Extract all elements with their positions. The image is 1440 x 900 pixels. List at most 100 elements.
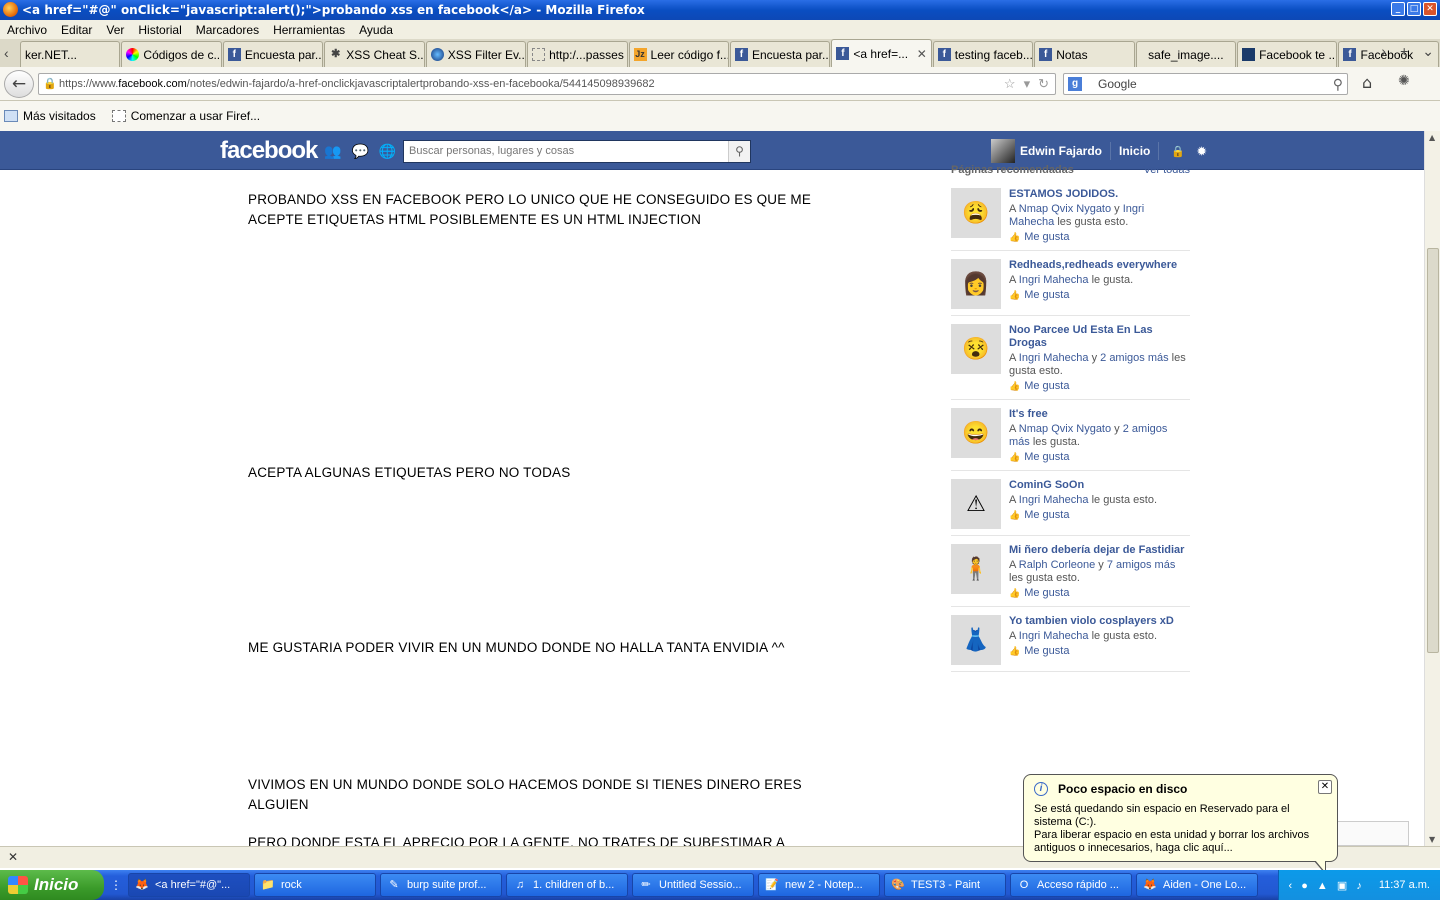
scroll-down-icon[interactable]: ▼ — [1429, 835, 1435, 844]
page-thumbnail[interactable]: 😵 — [951, 324, 1001, 374]
friend-requests-icon[interactable]: 👥 — [324, 144, 341, 160]
close-window-button[interactable]: ✕ — [1423, 2, 1437, 16]
low-disk-space-balloon[interactable]: i Poco espacio en disco Se está quedando… — [1023, 774, 1338, 875]
tab[interactable]: XSS Filter Ev... — [425, 41, 527, 67]
taskbar-button[interactable]: 📁 rock — [254, 873, 376, 897]
close-addon-bar-icon[interactable]: ✕ — [8, 850, 18, 864]
close-icon[interactable]: ✕ — [1318, 780, 1332, 794]
page-name-link[interactable]: Mi ñero debería dejar de Fastidiar — [1009, 544, 1190, 557]
page-thumbnail[interactable]: 😄 — [951, 408, 1001, 458]
menu-editar[interactable]: Editar — [61, 23, 92, 37]
menu-ayuda[interactable]: Ayuda — [359, 23, 393, 37]
google-icon[interactable]: g — [1068, 77, 1082, 91]
facebook-search-input[interactable]: Buscar personas, lugares y cosas ⚲ — [403, 140, 751, 163]
menu-herramientas[interactable]: Herramientas — [273, 23, 345, 37]
page-thumbnail[interactable]: 👗 — [951, 615, 1001, 665]
friend-link[interactable]: Nmap Qvix Nygato — [1019, 423, 1111, 435]
start-button[interactable]: Inicio — [0, 870, 104, 900]
tab[interactable]: ker.NET... — [20, 41, 121, 67]
friend-link[interactable]: Ingri Mahecha — [1019, 352, 1089, 364]
bookmark-comenzar[interactable]: Comenzar a usar Firef... — [111, 109, 260, 123]
privacy-shortcuts-icon[interactable]: 🔒 — [1171, 145, 1185, 158]
tab-active[interactable]: f <a href=... ✕ — [831, 39, 932, 67]
friend-link[interactable]: 7 amigos más — [1107, 559, 1175, 571]
maximize-button[interactable]: □ — [1407, 2, 1421, 16]
tab[interactable]: http:/...passes — [527, 41, 628, 67]
facebook-logo[interactable]: facebook — [220, 137, 318, 165]
search-icon[interactable]: ⚲ — [728, 141, 750, 162]
page-thumbnail[interactable]: 👩 — [951, 259, 1001, 309]
like-button[interactable]: Me gusta — [1009, 451, 1190, 464]
page-name-link[interactable]: Redheads,redheads everywhere — [1009, 259, 1177, 272]
bookmark-mas-visitados[interactable]: Más visitados — [4, 109, 96, 123]
home-icon[interactable]: ⌂ — [1362, 73, 1372, 92]
taskbar-button[interactable]: ✏ Untitled Sessio... — [632, 873, 754, 897]
menu-ver[interactable]: Ver — [106, 23, 124, 37]
friend-link[interactable]: Nmap Qvix Nygato — [1019, 203, 1111, 215]
search-icon[interactable]: ⚲ — [1333, 74, 1343, 94]
menu-historial[interactable]: Historial — [138, 23, 181, 37]
user-name-link[interactable]: Edwin Fajardo — [1020, 144, 1102, 158]
page-name-link[interactable]: Yo tambien violo cosplayers xD — [1009, 615, 1174, 628]
reload-icon[interactable]: ↻ — [1038, 74, 1049, 94]
page-name-link[interactable]: ESTAMOS JODIDOS. — [1009, 188, 1190, 201]
avatar[interactable] — [991, 139, 1015, 163]
taskbar-button[interactable]: ♫ 1. children of b... — [506, 873, 628, 897]
tab[interactable]: Jz Leer código f... — [628, 41, 729, 67]
friend-link[interactable]: Ingri Mahecha — [1019, 630, 1089, 642]
tab[interactable]: safe_image.... — [1135, 41, 1237, 67]
clock[interactable]: 11:37 a.m. — [1379, 879, 1430, 891]
tab[interactable]: Facebook te ... — [1237, 41, 1338, 67]
page-name-link[interactable]: CominG SoOn — [1009, 479, 1157, 492]
menu-archivo[interactable]: Archivo — [7, 23, 47, 37]
back-button[interactable]: ← — [4, 70, 34, 98]
taskbar-button[interactable]: 📝 new 2 - Notep... — [758, 873, 880, 897]
tab[interactable]: f testing faceb... — [932, 41, 1034, 67]
close-tab-icon[interactable]: ✕ — [917, 47, 927, 61]
page-thumbnail[interactable]: 🧍 — [951, 544, 1001, 594]
page-name-link[interactable]: Noo Parcee Ud Esta En Las Drogas — [1009, 324, 1190, 350]
like-button[interactable]: Me gusta — [1009, 231, 1190, 244]
page-name-link[interactable]: It's free — [1009, 408, 1190, 421]
like-button[interactable]: Me gusta — [1009, 509, 1157, 522]
see-all-link[interactable]: Ver todas — [1144, 164, 1190, 180]
tab[interactable]: f Notas — [1034, 41, 1135, 67]
new-tab-icon[interactable]: + — [1400, 43, 1408, 60]
history-dropdown-icon[interactable]: ▾ — [1024, 74, 1031, 94]
tab[interactable]: Códigos de c... — [121, 41, 222, 67]
taskbar-button[interactable]: 🦊 Aiden - One Lo... — [1136, 873, 1258, 897]
tray-icons[interactable]: ‹ ● ▲ ▣ ♪ — [1289, 879, 1365, 892]
page-thumbnail[interactable]: 😩 — [951, 188, 1001, 238]
minimize-button[interactable]: _ — [1391, 2, 1405, 16]
menu-marcadores[interactable]: Marcadores — [196, 23, 259, 37]
messages-icon[interactable]: 💬 — [351, 144, 368, 160]
notifications-globe-icon[interactable]: 🌐 — [379, 144, 396, 160]
tab[interactable]: ✱ XSS Cheat S... — [324, 41, 425, 67]
like-button[interactable]: Me gusta — [1009, 380, 1190, 393]
friend-link[interactable]: 2 amigos más — [1100, 352, 1168, 364]
scroll-thumb[interactable] — [1427, 248, 1439, 653]
search-bar[interactable]: g Google ⚲ — [1063, 73, 1348, 95]
list-tabs-icon[interactable]: ⌄ — [1422, 43, 1434, 60]
taskbar-button[interactable]: 🎨 TEST3 - Paint — [884, 873, 1006, 897]
scroll-tabs-left-icon[interactable]: ‹ — [4, 45, 9, 61]
friend-link[interactable]: Ingri Mahecha — [1019, 274, 1089, 286]
taskbar-button[interactable]: ✎ burp suite prof... — [380, 873, 502, 897]
friend-link[interactable]: Ralph Corleone — [1019, 559, 1095, 571]
tab[interactable]: f Encuesta par... — [222, 41, 324, 67]
tab[interactable]: f Encuesta par... — [729, 41, 831, 67]
like-button[interactable]: Me gusta — [1009, 645, 1174, 658]
friend-link[interactable]: Ingri Mahecha — [1019, 494, 1089, 506]
page-scrollbar[interactable]: ▲ ▼ — [1424, 131, 1440, 846]
bookmark-star-icon[interactable]: ☆ — [1004, 74, 1016, 94]
scroll-up-icon[interactable]: ▲ — [1429, 133, 1435, 142]
extension-icon[interactable]: ✺ — [1398, 73, 1410, 89]
taskbar-button[interactable]: 🦊 <a href="#@"... — [128, 873, 250, 897]
url-bar[interactable]: 🔒 https://www.facebook.com/notes/edwin-f… — [38, 73, 1056, 95]
page-thumbnail[interactable]: ⚠ — [951, 479, 1001, 529]
scroll-tabs-right-icon[interactable]: › — [1381, 43, 1386, 60]
like-button[interactable]: Me gusta — [1009, 587, 1190, 600]
taskbar-button[interactable]: O Acceso rápido ... — [1010, 873, 1132, 897]
like-button[interactable]: Me gusta — [1009, 289, 1177, 302]
gear-icon[interactable]: ✹ — [1197, 145, 1206, 158]
